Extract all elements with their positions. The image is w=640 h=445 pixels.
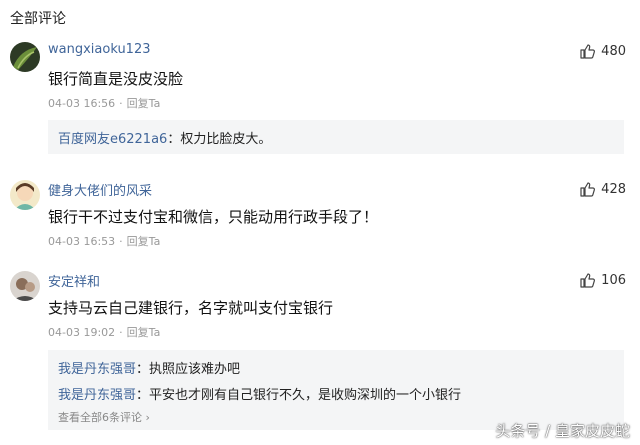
reply-text: 执照应该难办吧 (149, 362, 241, 377)
avatar[interactable] (10, 42, 40, 72)
reply-item: 百度网友e6221a6：权力比脸皮大。 (58, 132, 272, 147)
reply-text: 权力比脸皮大。 (180, 132, 272, 147)
like-button[interactable]: 480 (579, 43, 626, 59)
reply-item: 我是丹东强哥：执照应该难办吧 (58, 362, 241, 377)
reply-author[interactable]: 我是丹东强哥 (58, 388, 136, 403)
comment-time: 04-03 19:02 (48, 325, 116, 339)
username[interactable]: 安定祥和 (48, 271, 100, 290)
username[interactable]: wangxiaoku123 (48, 42, 151, 57)
reply-button[interactable]: 回复Ta (127, 324, 161, 340)
reply-box: 我是丹东强哥：执照应该难办吧 我是丹东强哥：平安也才刚有自己银行不久，是收购深圳… (48, 350, 624, 430)
watermark: 头条号 / 皇家皮皮蛇 (495, 422, 630, 440)
thumbs-up-icon (580, 182, 596, 197)
avatar[interactable] (10, 271, 40, 301)
username[interactable]: 健身大佬们的风采 (48, 180, 152, 199)
avatar[interactable] (10, 180, 40, 210)
comment-time: 04-03 16:53 (48, 234, 116, 248)
like-button[interactable]: 106 (579, 272, 626, 288)
view-all-replies-link[interactable]: 查看全部6条评论 › (58, 409, 150, 425)
comment-time: 04-03 16:56 (48, 96, 116, 110)
reply-author[interactable]: 百度网友e6221a6 (58, 132, 167, 147)
reply-button[interactable]: 回复Ta (127, 95, 161, 111)
reply-text: 平安也才刚有自己银行不久，是收购深圳的一个小银行 (149, 388, 462, 403)
like-button[interactable]: 428 (579, 181, 626, 197)
thumbs-up-icon (580, 44, 596, 59)
section-title: 全部评论 (10, 11, 66, 27)
like-count: 106 (601, 272, 626, 288)
comment-text: 银行简直是没皮没脸 (48, 70, 184, 88)
thumbs-up-icon (580, 273, 596, 288)
reply-button[interactable]: 回复Ta (127, 233, 161, 249)
reply-box: 百度网友e6221a6：权力比脸皮大。 (48, 120, 624, 154)
reply-author[interactable]: 我是丹东强哥 (58, 362, 136, 377)
comment-text: 银行干不过支付宝和微信，只能动用行政手段了！ (48, 208, 379, 226)
reply-item: 我是丹东强哥：平安也才刚有自己银行不久，是收购深圳的一个小银行 (58, 388, 462, 403)
like-count: 480 (601, 43, 626, 59)
comment-text: 支持马云自己建银行，名字就叫支付宝银行 (48, 299, 334, 317)
like-count: 428 (601, 181, 626, 197)
